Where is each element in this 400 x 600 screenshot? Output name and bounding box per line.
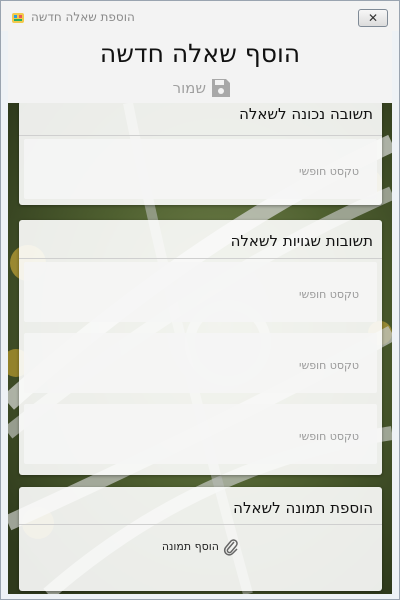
add-image-button[interactable]: הוסף תמונה	[149, 535, 249, 559]
wrong-answer-field-2[interactable]: טקסט חופשי	[24, 333, 377, 393]
wrong-answers-title: תשובות שגויות לשאלה	[230, 232, 373, 250]
field-placeholder: טקסט חופשי	[298, 165, 359, 178]
field-placeholder: טקסט חופשי	[298, 430, 359, 443]
add-image-label: הוסף תמונה	[161, 540, 219, 553]
close-button[interactable]: ✕	[358, 9, 388, 27]
paperclip-icon	[223, 539, 238, 556]
title-bar[interactable]: הוספת שאלה חדשה ✕	[1, 1, 399, 31]
correct-answer-card: תשובה נכונה לשאלה טקסט חופשי	[19, 103, 382, 205]
divider	[19, 258, 382, 259]
add-image-card: הוספת תמונה לשאלה הוסף תמונה	[19, 487, 382, 591]
correct-answer-title: תשובה נכונה לשאלה	[239, 105, 373, 123]
wrong-answer-field-1[interactable]: טקסט חופשי	[24, 262, 377, 322]
page-title: הוסף שאלה חדשה	[99, 39, 301, 68]
save-button[interactable]: שמור	[158, 77, 238, 101]
floppy-disk-icon	[212, 79, 230, 97]
field-placeholder: טקסט חופשי	[298, 359, 359, 372]
correct-answer-field[interactable]: טקסט חופשי	[24, 139, 377, 199]
background-photo: תשובה נכונה לשאלה טקסט חופשי תשובות שגוי…	[8, 103, 392, 594]
close-icon: ✕	[367, 11, 379, 25]
field-placeholder: טקסט חופשי	[298, 288, 359, 301]
divider	[19, 135, 382, 136]
window-title: הוספת שאלה חדשה	[31, 10, 135, 24]
add-image-title: הוספת תמונה לשאלה	[233, 499, 373, 517]
app-window: הוספת שאלה חדשה ✕ הוסף שאלה חדשה שמור תש…	[0, 0, 400, 600]
divider	[19, 524, 382, 525]
header: הוסף שאלה חדשה שמור	[8, 31, 392, 103]
client-area: הוסף שאלה חדשה שמור תשובה נכונה לשאלה טק…	[8, 31, 392, 594]
app-icon	[12, 13, 24, 23]
wrong-answers-card: תשובות שגויות לשאלה טקסט חופשי טקסט חופש…	[19, 220, 382, 475]
wrong-answer-field-3[interactable]: טקסט חופשי	[24, 404, 377, 464]
save-label: שמור	[172, 79, 206, 97]
